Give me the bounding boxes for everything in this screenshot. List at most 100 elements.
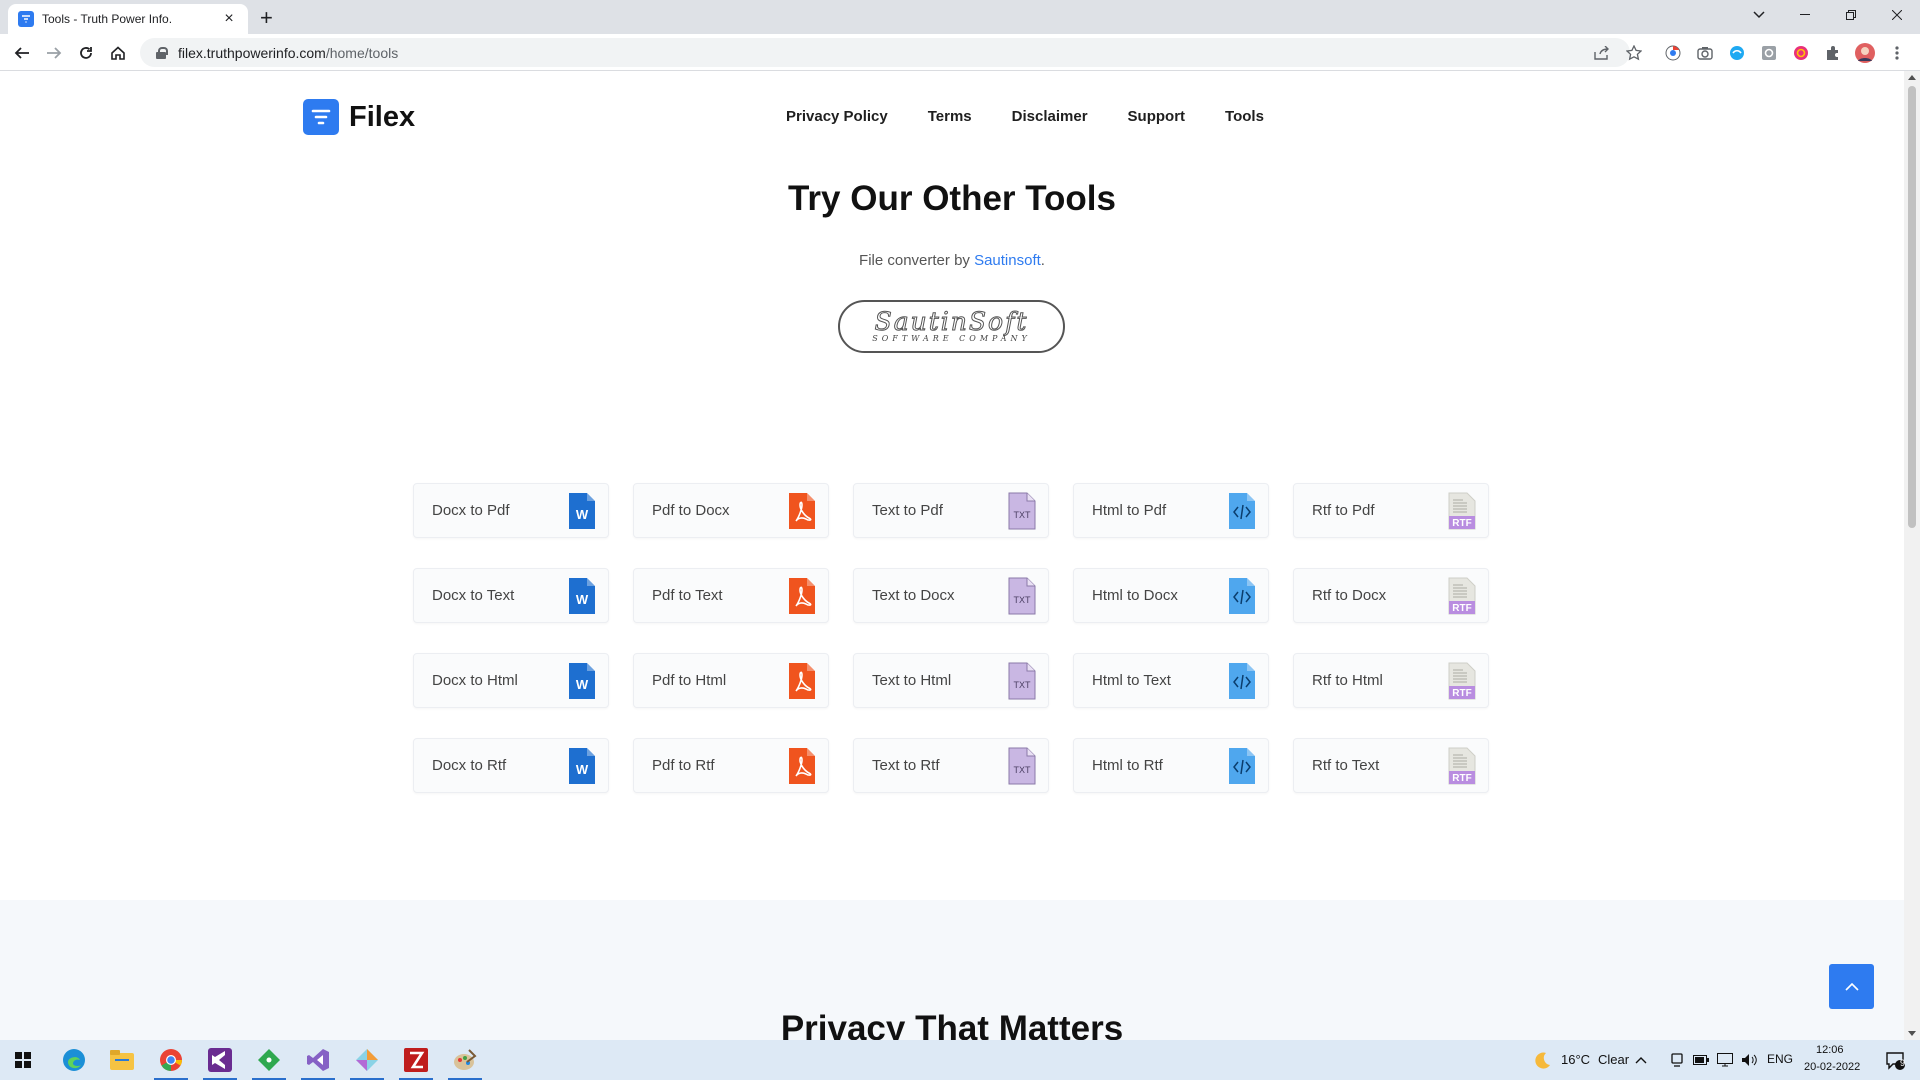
tool-card-pdf-to-text[interactable]: Pdf to Text	[633, 568, 829, 623]
reload-icon[interactable]	[74, 42, 98, 64]
nav-terms[interactable]: Terms	[928, 108, 972, 125]
back-to-top-button[interactable]	[1829, 964, 1874, 1009]
tool-card-label: Html to Pdf	[1092, 502, 1167, 519]
web-page: Filex Privacy Policy Terms Disclaimer Su…	[0, 71, 1904, 1040]
nav-privacy-policy[interactable]: Privacy Policy	[786, 108, 888, 125]
tool-card-rtf-to-text[interactable]: Rtf to Text RTF	[1293, 738, 1489, 793]
tool-card-html-to-pdf[interactable]: Html to Pdf	[1073, 483, 1269, 538]
chrome-icon[interactable]	[148, 1040, 194, 1080]
sautinsoft-badge[interactable]: SautinSoft SOFTWARE COMPANY	[838, 300, 1065, 353]
pdf-icon	[788, 747, 816, 785]
tool-card-label: Text to Docx	[872, 587, 955, 604]
weather-desc[interactable]: Clear	[1598, 1052, 1629, 1067]
forward-icon[interactable]	[42, 42, 66, 64]
tool-card-rtf-to-html[interactable]: Rtf to Html RTF	[1293, 653, 1489, 708]
file-explorer-icon[interactable]	[99, 1040, 145, 1080]
tool-card-docx-to-text[interactable]: Docx to Text W	[413, 568, 609, 623]
weather-temp[interactable]: 16°C	[1561, 1052, 1590, 1067]
tool-card-rtf-to-pdf[interactable]: Rtf to Pdf RTF	[1293, 483, 1489, 538]
nav-disclaimer[interactable]: Disclaimer	[1012, 108, 1088, 125]
notification-icon[interactable]: 9	[1875, 1040, 1915, 1080]
txt-icon: TXT	[1008, 747, 1036, 785]
home-icon[interactable]	[106, 42, 130, 64]
extension-q-icon[interactable]	[1759, 43, 1779, 63]
windows-start-icon[interactable]	[0, 1040, 46, 1080]
filezilla-icon[interactable]	[393, 1040, 439, 1080]
battery-icon[interactable]	[1689, 1040, 1713, 1080]
profile-avatar[interactable]	[1855, 43, 1875, 63]
browser-tab[interactable]: Tools - Truth Power Info. ×	[8, 4, 248, 34]
svg-text:RTF: RTF	[1452, 688, 1471, 699]
restore-icon[interactable]	[1828, 0, 1874, 30]
tool-card-docx-to-html[interactable]: Docx to Html W	[413, 653, 609, 708]
share-icon[interactable]	[1592, 43, 1612, 63]
bookmark-star-icon[interactable]	[1624, 43, 1644, 63]
scroll-up-arrow[interactable]	[1908, 75, 1916, 80]
tool-card-label: Html to Text	[1092, 672, 1171, 689]
camera-icon[interactable]	[1695, 43, 1715, 63]
txt-icon: TXT	[1008, 577, 1036, 615]
html-icon	[1228, 662, 1256, 700]
close-window-icon[interactable]	[1874, 0, 1920, 30]
tool-card-label: Docx to Rtf	[432, 757, 507, 774]
tool-card-text-to-html[interactable]: Text to Html TXT	[853, 653, 1049, 708]
tool-card-docx-to-rtf[interactable]: Docx to Rtf W	[413, 738, 609, 793]
tray-chevron-up-icon[interactable]	[1629, 1040, 1653, 1080]
tool-card-pdf-to-docx[interactable]: Pdf to Docx	[633, 483, 829, 538]
edge-icon[interactable]	[51, 1040, 97, 1080]
git-diamond-icon[interactable]	[246, 1040, 292, 1080]
svg-text:W: W	[576, 677, 589, 692]
extension-color-icon[interactable]	[1663, 43, 1683, 63]
extension-pink-icon[interactable]	[1791, 43, 1811, 63]
tool-card-label: Docx to Pdf	[432, 502, 510, 519]
pdf-icon	[788, 662, 816, 700]
meet-now-icon[interactable]	[1665, 1040, 1689, 1080]
sautinsoft-link[interactable]: Sautinsoft	[974, 252, 1041, 269]
tool-card-rtf-to-docx[interactable]: Rtf to Docx RTF	[1293, 568, 1489, 623]
tool-card-pdf-to-rtf[interactable]: Pdf to Rtf	[633, 738, 829, 793]
hero-subtitle: File converter by Sautinsoft.	[859, 252, 1045, 269]
volume-icon[interactable]	[1737, 1040, 1761, 1080]
nav-tools[interactable]: Tools	[1225, 108, 1264, 125]
clock-time[interactable]: 12:06	[1816, 1044, 1844, 1056]
tool-card-text-to-rtf[interactable]: Text to Rtf TXT	[853, 738, 1049, 793]
tool-card-label: Html to Rtf	[1092, 757, 1163, 774]
scroll-thumb[interactable]	[1908, 86, 1916, 528]
weather-moon-icon[interactable]	[1520, 1040, 1566, 1080]
tab-search-icon[interactable]	[1736, 0, 1782, 30]
close-tab-icon[interactable]: ×	[220, 10, 238, 28]
tool-card-pdf-to-html[interactable]: Pdf to Html	[633, 653, 829, 708]
tool-card-html-to-docx[interactable]: Html to Docx	[1073, 568, 1269, 623]
scroll-down-arrow[interactable]	[1908, 1031, 1916, 1036]
extensions-puzzle-icon[interactable]	[1823, 43, 1843, 63]
language-indicator[interactable]: ENG	[1767, 1052, 1793, 1066]
word-icon: W	[568, 662, 596, 700]
back-icon[interactable]	[10, 42, 34, 64]
tool-card-text-to-pdf[interactable]: Text to Pdf TXT	[853, 483, 1049, 538]
word-icon: W	[568, 747, 596, 785]
site-logo[interactable]: Filex	[303, 99, 415, 135]
network-icon[interactable]	[1713, 1040, 1737, 1080]
txt-icon: TXT	[1008, 662, 1036, 700]
tool-card-text-to-docx[interactable]: Text to Docx TXT	[853, 568, 1049, 623]
extension-blue-icon[interactable]	[1727, 43, 1747, 63]
svg-text:TXT: TXT	[1014, 595, 1032, 605]
tool-card-label: Pdf to Text	[652, 587, 723, 604]
address-bar[interactable]: filex.truthpowerinfo.com/home/tools	[140, 38, 1630, 67]
svg-text:W: W	[576, 592, 589, 607]
page-scrollbar[interactable]	[1904, 71, 1920, 1040]
nav-support[interactable]: Support	[1128, 108, 1186, 125]
tool-card-docx-to-pdf[interactable]: Docx to Pdf W	[413, 483, 609, 538]
clock-date[interactable]: 20-02-2022	[1804, 1061, 1860, 1073]
tool-card-html-to-text[interactable]: Html to Text	[1073, 653, 1269, 708]
tool-card-html-to-rtf[interactable]: Html to Rtf	[1073, 738, 1269, 793]
filex-favicon-icon	[18, 11, 34, 27]
gitkraken-icon[interactable]	[344, 1040, 390, 1080]
svg-text:RTF: RTF	[1452, 518, 1471, 529]
visual-studio-icon[interactable]	[197, 1040, 243, 1080]
browser-menu-icon[interactable]	[1887, 43, 1907, 63]
minimize-icon[interactable]	[1782, 0, 1828, 30]
new-tab-icon[interactable]: +	[260, 5, 273, 31]
visual-studio-code-icon[interactable]	[295, 1040, 341, 1080]
paint-icon[interactable]	[442, 1040, 488, 1080]
